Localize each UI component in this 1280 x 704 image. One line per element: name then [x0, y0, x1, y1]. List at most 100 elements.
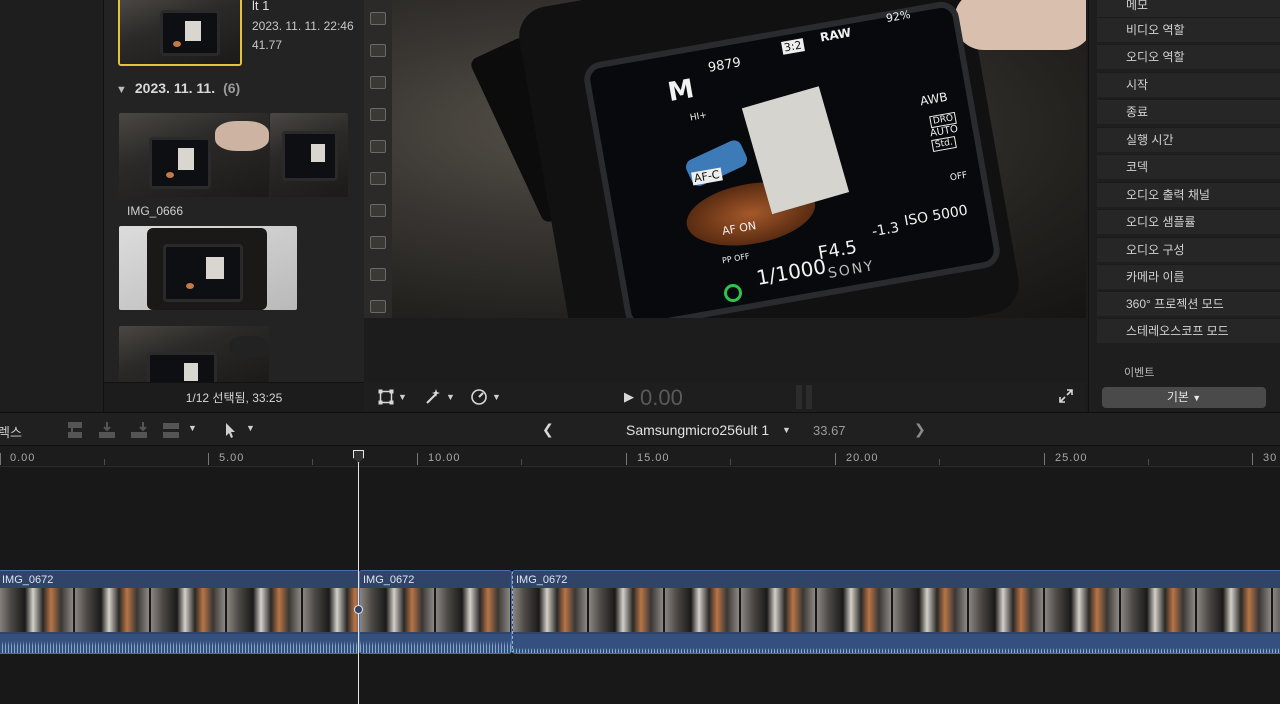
ruler-tick — [0, 453, 1, 465]
chevron-down-icon: ▼ — [446, 392, 455, 402]
ruler-label: 30 — [1263, 452, 1278, 464]
clip-name: IMG_0672 — [516, 574, 568, 586]
inspector-field-video-role[interactable]: 비디오 역할 — [1097, 17, 1280, 42]
ruler-tick — [835, 453, 836, 465]
ruler-tick — [1252, 453, 1253, 465]
clip-thumbnail[interactable] — [119, 326, 269, 382]
event-group-header[interactable]: ▼ 2023. 11. 11. (6) — [116, 80, 240, 96]
inspector-field-stereoscopic[interactable]: 스테레오스코프 모드 — [1097, 318, 1280, 343]
clip-filmstrip — [0, 588, 359, 632]
audio-meter-left — [796, 385, 802, 409]
inspector-field-memo[interactable]: 메모 — [1097, 0, 1280, 17]
enhance-tool-button[interactable]: ▼ — [424, 388, 455, 406]
select-tool-button[interactable]: ▼ — [222, 421, 256, 439]
inspector-section-label: 이벤트 — [1124, 367, 1155, 379]
clip-thumbnail-frame[interactable] — [270, 113, 348, 197]
timeline-ruler[interactable]: 0.00 5.00 10.00 15.00 20.00 25.00 30 — [0, 447, 1280, 467]
magic-wand-icon — [426, 389, 440, 404]
ruler-label: 25.00 — [1055, 452, 1088, 464]
ruler-minor-tick — [939, 459, 940, 465]
timeline-toolbar: 렉스 ▼ ▼ ❮ Samsungmicro256ult 1 ▼ 33.67 ❯ — [0, 412, 1280, 446]
connect-clip-button[interactable] — [66, 421, 84, 439]
clip-audio-waveform — [360, 634, 511, 653]
video-frame[interactable]: 9879 3:2 RAW 92% M HI+ AWB DRO AUTO Std.… — [364, 0, 1086, 318]
append-clip-icon — [131, 422, 147, 438]
selected-clip-thumbnail[interactable] — [118, 0, 242, 66]
timeline-clip[interactable]: IMG_0672 — [359, 570, 512, 654]
insert-clip-button[interactable] — [98, 421, 116, 439]
inspector-field-duration[interactable]: 실행 시간 — [1097, 127, 1280, 152]
clip-filmstrip — [513, 588, 1280, 632]
clip-thumbnail[interactable] — [119, 113, 269, 197]
inspector-field-camera-name[interactable]: 카메라 이름 — [1097, 264, 1280, 289]
timeline-clip[interactable]: IMG_0672 — [0, 570, 360, 654]
chevron-down-icon[interactable]: ▼ — [782, 425, 791, 435]
hand — [954, 0, 1086, 50]
chevron-down-icon: ▼ — [246, 423, 255, 433]
overwrite-clip-icon — [163, 423, 179, 438]
inspector-field-audio-sample-rate[interactable]: 오디오 샘플률 — [1097, 209, 1280, 234]
clip-filmstrip — [360, 588, 511, 632]
playhead[interactable] — [358, 452, 359, 704]
selected-clip-title: lt 1 — [252, 0, 270, 13]
selected-clip-duration: 41.77 — [252, 38, 283, 52]
inspector-field-audio-channels[interactable]: 오디오 출력 채널 — [1097, 182, 1280, 207]
inspector-field-end[interactable]: 종료 — [1097, 99, 1280, 124]
ruler-minor-tick — [521, 459, 522, 465]
audio-meter-right — [806, 385, 812, 409]
inspector-field-start[interactable]: 시작 — [1097, 72, 1280, 97]
timecode-display: 0.00 — [640, 385, 683, 410]
chevron-down-icon: ▼ — [398, 392, 407, 402]
inspector-field-audio-config[interactable]: 오디오 구성 — [1097, 237, 1280, 262]
insert-clip-icon — [99, 422, 115, 438]
clip-thumbnail[interactable] — [119, 226, 297, 310]
timeline-tracks[interactable]: IMG_0672 IMG_0672 IMG_0672 — [0, 468, 1280, 704]
chevron-down-icon: ▼ — [188, 423, 197, 433]
browser-panel: lt 1 2023. 11. 11. 22:46 41.77 ▼ 2023. 11… — [104, 0, 364, 412]
record-status-icon — [724, 284, 742, 302]
transform-icon — [378, 389, 394, 405]
ruler-minor-tick — [104, 459, 105, 465]
disclosure-triangle-icon[interactable]: ▼ — [116, 84, 127, 96]
selection-status: 1/12 선택됨, 33:25 — [185, 391, 283, 405]
viewer-controls: ▼ ▼ ▼ ▶ 0.00 — [364, 382, 1086, 412]
play-button[interactable]: ▶ — [624, 389, 634, 405]
inspector-field-360-projection[interactable]: 360° 프로젝션 모드 — [1097, 291, 1280, 316]
ruler-tick — [208, 453, 209, 465]
ruler-minor-tick — [730, 459, 731, 465]
inspector-panel: 메모 비디오 역할 오디오 역할 시작 종료 실행 시간 코덱 오디오 출력 채… — [1088, 0, 1280, 412]
metadata-view-value: 기본 — [1166, 390, 1189, 404]
arrow-cursor-icon — [226, 423, 235, 438]
project-duration: 33.67 — [813, 423, 846, 438]
ruler-label: 15.00 — [637, 452, 670, 464]
inspector-field-codec[interactable]: 코덱 — [1097, 154, 1280, 179]
fullscreen-button[interactable] — [1058, 388, 1074, 409]
ruler-label: 5.00 — [219, 452, 245, 464]
retime-button[interactable]: ▼ — [470, 388, 501, 406]
timeline-clip[interactable]: IMG_0672 — [512, 570, 1280, 654]
inspector-field-audio-role[interactable]: 오디오 역할 — [1097, 44, 1280, 69]
osd-mode: M — [665, 73, 697, 109]
film-edge — [364, 0, 392, 318]
ruler-label: 0.00 — [10, 452, 36, 464]
ruler-minor-tick — [1148, 459, 1149, 465]
append-clip-button[interactable] — [130, 421, 148, 439]
clip-name: IMG_0666 — [127, 204, 184, 218]
connect-clip-icon — [68, 422, 82, 438]
overwrite-clip-button[interactable]: ▼ — [162, 421, 197, 439]
transform-tool-button[interactable]: ▼ — [378, 388, 407, 406]
ruler-tick — [626, 453, 627, 465]
timeline-index-button[interactable]: 렉스 — [0, 422, 22, 441]
expand-icon — [1059, 389, 1073, 403]
project-name[interactable]: Samsungmicro256ult 1 — [626, 422, 769, 438]
browser-footer: 1/12 선택됨, 33:25 — [104, 382, 364, 412]
next-project-button[interactable]: ❯ — [914, 421, 926, 438]
clip-name: IMG_0672 — [363, 574, 415, 586]
sidebar-panel — [0, 0, 104, 412]
clip-audio-waveform — [513, 634, 1280, 653]
metadata-view-select[interactable]: 기본 ▼ — [1102, 387, 1266, 408]
clip-name: IMG_0672 — [2, 574, 54, 586]
playhead-skimmer-node — [354, 605, 363, 614]
ruler-tick — [417, 453, 418, 465]
previous-project-button[interactable]: ❮ — [542, 421, 554, 438]
